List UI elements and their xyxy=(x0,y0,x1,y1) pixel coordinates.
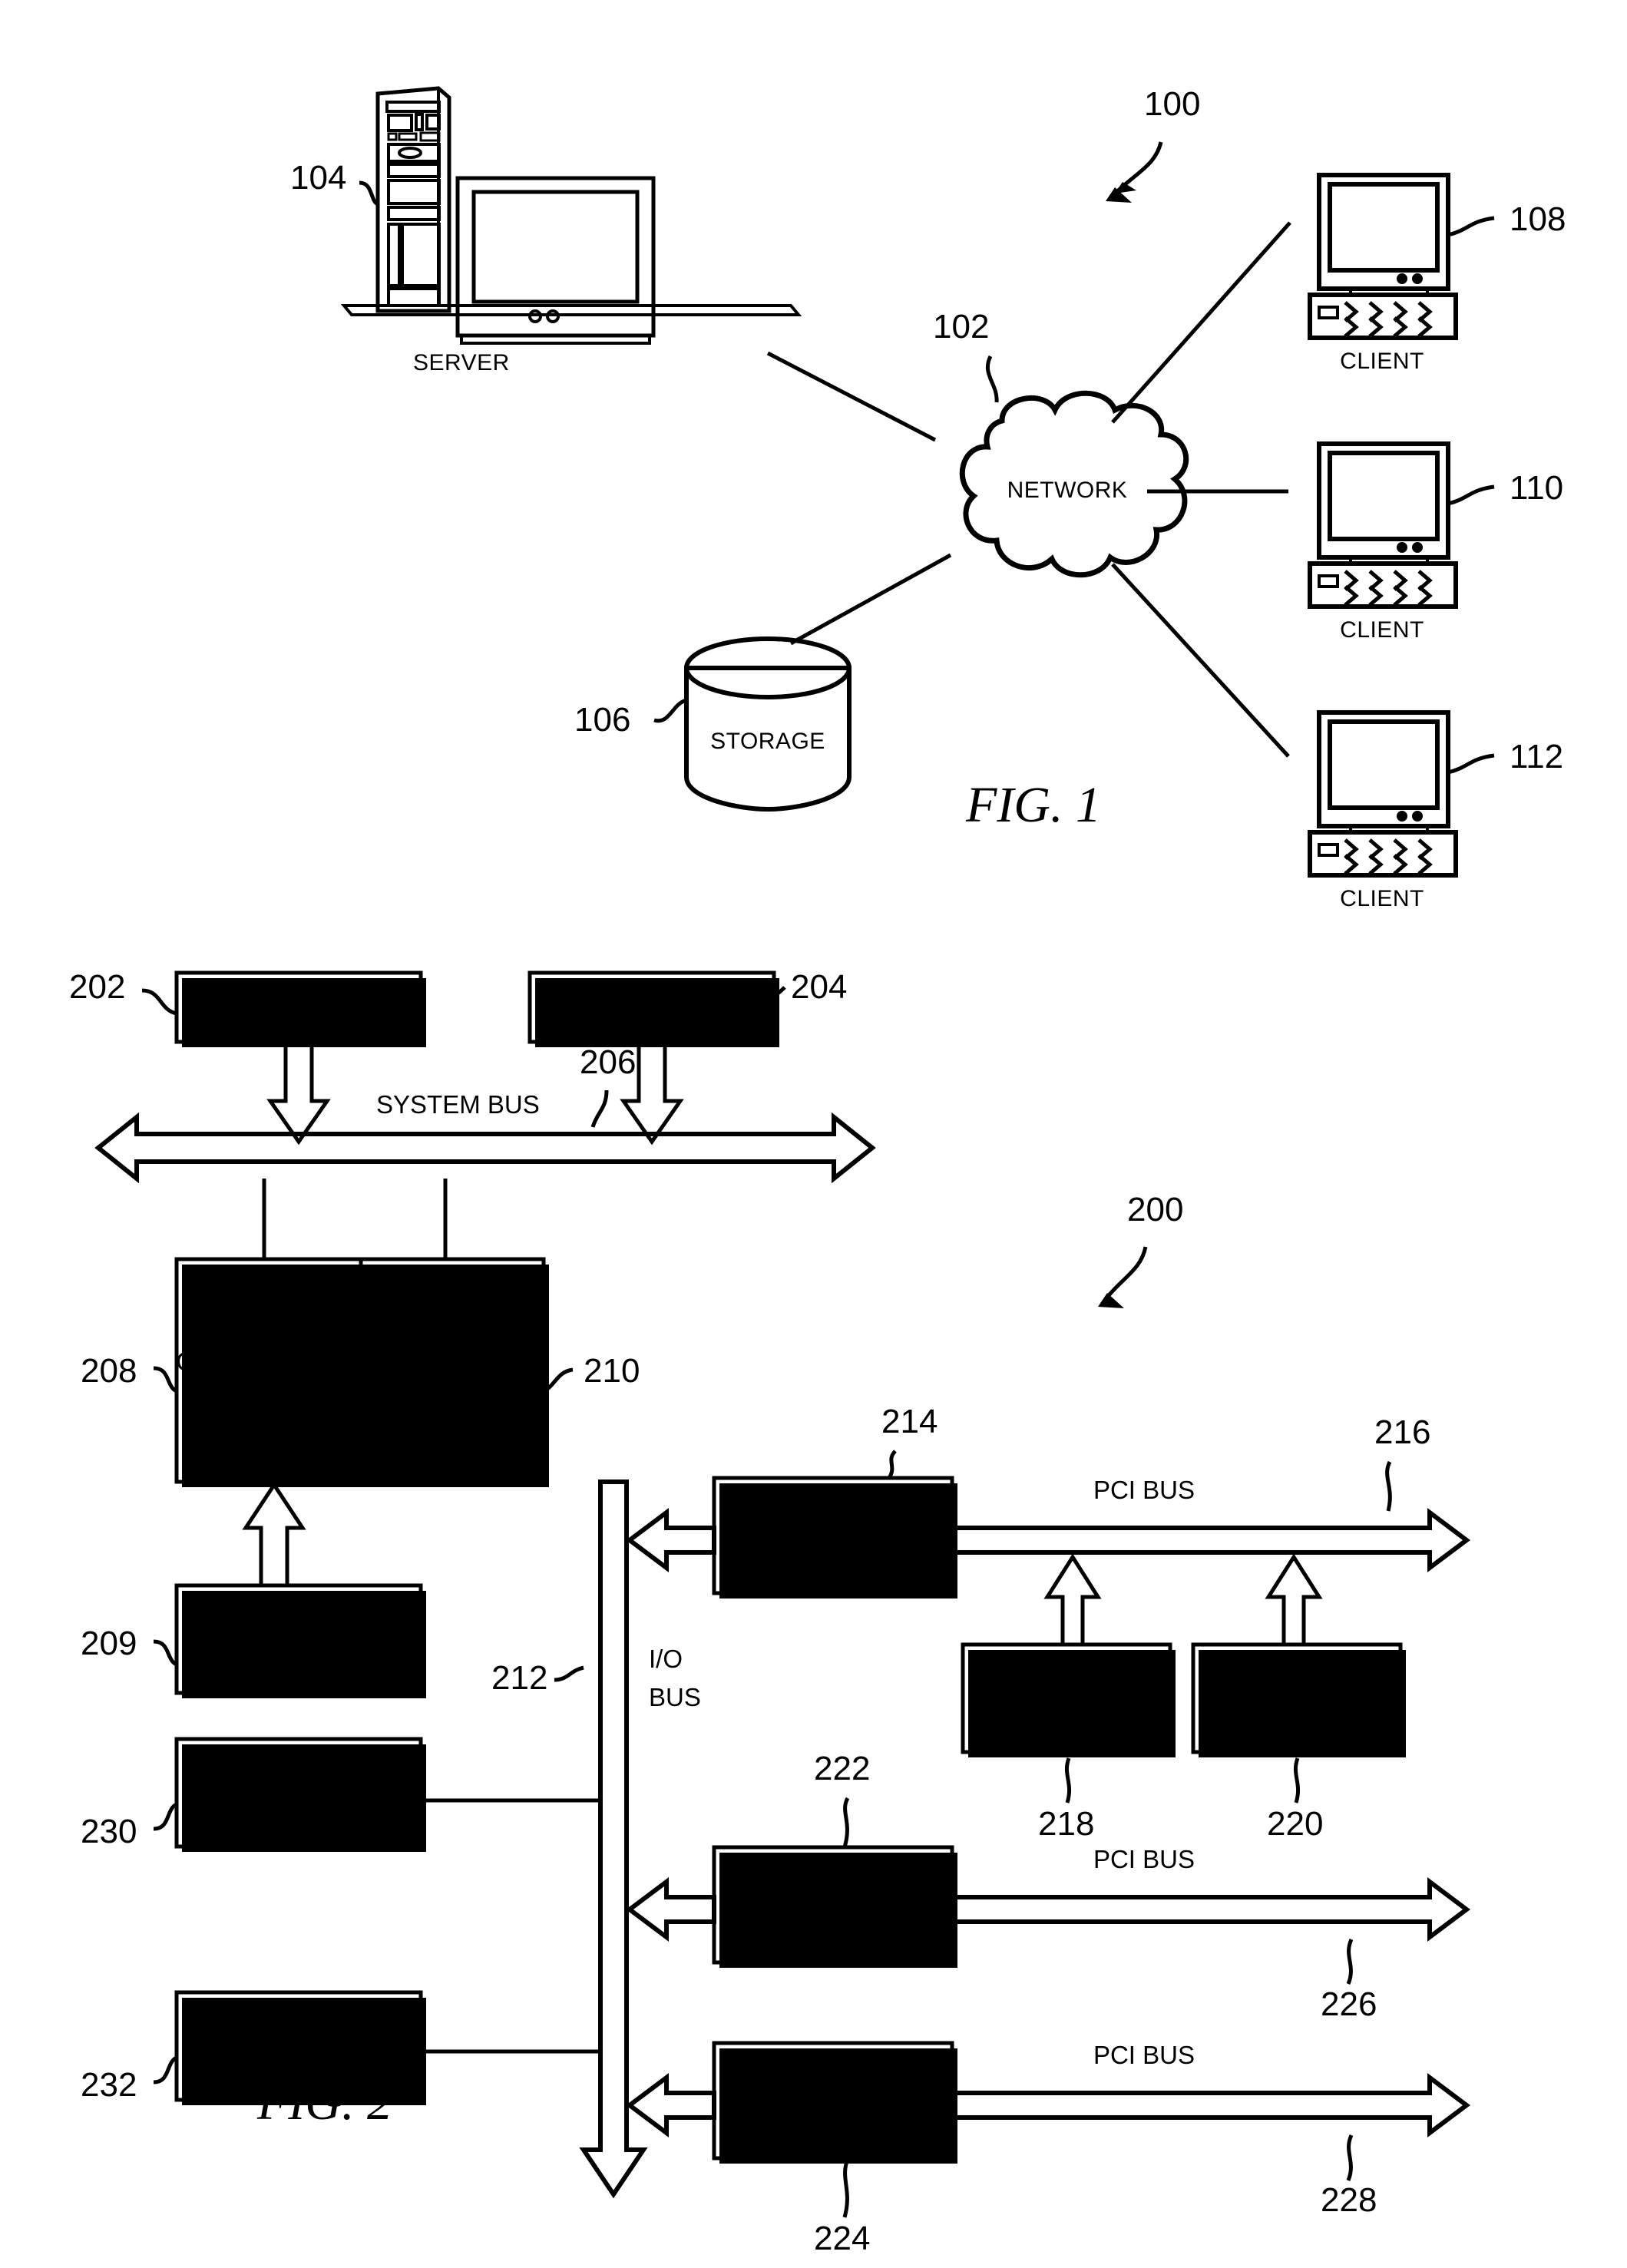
memory-controller-line1: MEMORY xyxy=(210,1300,327,1329)
ref-228: 228 xyxy=(1321,2181,1377,2219)
pci-bridge-224-line2: BRIDGE xyxy=(783,2107,883,2136)
ref-210: 210 xyxy=(584,1352,640,1390)
figure-1-caption: FIG. 1 xyxy=(965,777,1101,833)
system-bus-label: SYSTEM BUS xyxy=(376,1090,540,1119)
pci-bridge-222-line1: PCI BUS xyxy=(781,1869,885,1898)
network-adapter-line1: NETWORK xyxy=(1230,1666,1364,1695)
network-adapter-line2: ADAPTER xyxy=(1235,1708,1359,1737)
processor-204-label: PROCESSOR xyxy=(568,993,735,1023)
client-led-b-112 xyxy=(1412,811,1423,822)
io-bridge-label: I/O BRIDGE xyxy=(381,1359,523,1388)
client-led-a-112 xyxy=(1397,811,1407,822)
storage-label: STORAGE xyxy=(710,729,825,754)
ref-222: 222 xyxy=(814,1750,870,1787)
client-label-112: CLIENT xyxy=(1340,886,1424,911)
io-bus-line2: BUS xyxy=(649,1683,701,1711)
pci-bridge-224-line1: PCI BUS xyxy=(781,2065,885,2094)
ref-230: 230 xyxy=(81,1813,137,1850)
pci-bus-228-label: PCI BUS xyxy=(1093,2041,1195,2069)
ref-228-leader xyxy=(1346,2134,1354,2181)
ref-204: 204 xyxy=(791,968,847,1006)
ref-232: 232 xyxy=(81,2066,137,2104)
ref-110: 110 xyxy=(1510,469,1563,507)
pci-bridge-214-line1: PCI BUS xyxy=(781,1499,885,1529)
memory-controller-line2: CONTROLLER/ xyxy=(176,1347,362,1377)
ref-216: 216 xyxy=(1374,1413,1430,1451)
ref-224: 224 xyxy=(814,2220,870,2257)
ref-102: 102 xyxy=(933,308,989,345)
client-led-b-110 xyxy=(1412,542,1423,553)
ref-214: 214 xyxy=(881,1403,938,1440)
graphics-adapter-line1: GRAPHICS xyxy=(230,1760,367,1789)
figure-2-caption: FIG. 2 xyxy=(256,2075,392,2131)
ref-200: 200 xyxy=(1127,1191,1183,1228)
ref-220: 220 xyxy=(1267,1805,1323,1843)
ref-100: 100 xyxy=(1144,85,1200,123)
ref-104: 104 xyxy=(290,159,346,197)
pci-bus-226-label: PCI BUS xyxy=(1093,1845,1195,1873)
ref-218: 218 xyxy=(1038,1805,1094,1843)
pci-bus-216-label: PCI BUS xyxy=(1093,1476,1195,1504)
ref-108: 108 xyxy=(1510,200,1566,238)
ref-224-leader xyxy=(842,2158,850,2218)
io-bus-line1: I/O xyxy=(649,1645,683,1673)
patent-drawing-sheet: 100 104 SERVER NETWORK 102 STORAGE 106 C… xyxy=(0,0,1627,2268)
modem-label: MODEM xyxy=(1017,1686,1116,1715)
client-led-b-108 xyxy=(1412,273,1423,284)
ref-112: 112 xyxy=(1510,738,1563,775)
memory-controller-line3: CACHE xyxy=(223,1395,314,1424)
ref-226: 226 xyxy=(1321,1985,1377,2023)
drawing-canvas: 100 104 SERVER NETWORK 102 STORAGE 106 C… xyxy=(0,0,1627,2268)
network-label: NETWORK xyxy=(1007,478,1128,503)
ref-209: 209 xyxy=(81,1625,137,1662)
client-label-108: CLIENT xyxy=(1340,349,1424,374)
pci-bridge-214-line2: BRIDGE xyxy=(783,1542,883,1571)
ref-202: 202 xyxy=(69,968,125,1006)
ref-208: 208 xyxy=(81,1352,137,1390)
processor-202-label: PROCESSOR xyxy=(215,993,382,1023)
hard-disk-label: HARD DISK xyxy=(227,2033,369,2062)
local-memory-line1: LOCAL xyxy=(256,1606,342,1635)
ref-206: 206 xyxy=(580,1043,636,1081)
ref-106: 106 xyxy=(574,701,630,739)
local-memory-line2: MEMORY xyxy=(240,1648,357,1678)
ref-226-leader xyxy=(1346,1938,1354,1985)
pci-bridge-222-line2: BRIDGE xyxy=(783,1911,883,1940)
client-led-a-110 xyxy=(1397,542,1407,553)
client-label-110: CLIENT xyxy=(1340,617,1424,643)
ref-212: 212 xyxy=(491,1659,547,1697)
client-led-a-108 xyxy=(1397,273,1407,284)
ref-218-leader xyxy=(1064,1757,1072,1803)
server-label: SERVER xyxy=(413,350,510,375)
ref-220-leader xyxy=(1293,1757,1301,1803)
graphics-adapter-line2: ADAPTER xyxy=(237,1802,361,1831)
